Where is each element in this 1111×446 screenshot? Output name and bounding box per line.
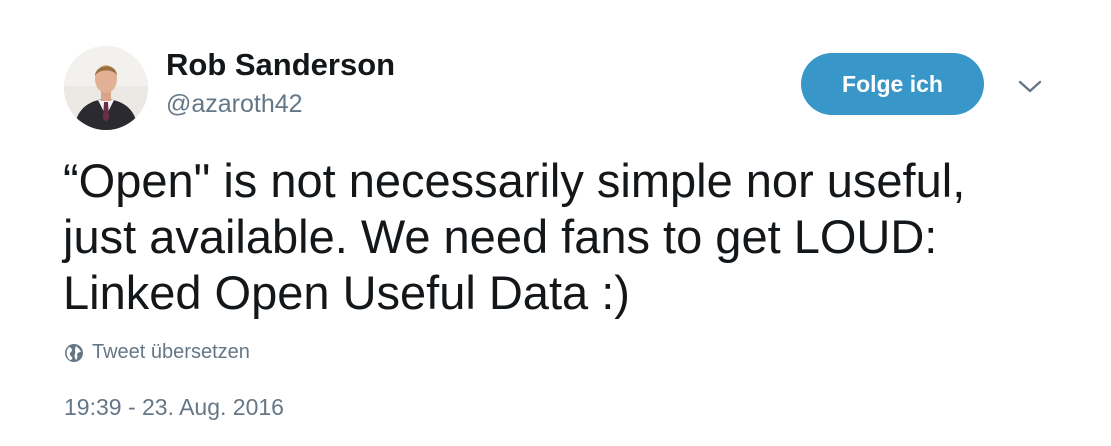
- tweet-card: Rob Sanderson @azaroth42 Folge ich “Open…: [0, 0, 1111, 446]
- user-name[interactable]: Rob Sanderson: [166, 47, 395, 83]
- avatar-image: [64, 46, 148, 130]
- user-handle[interactable]: @azaroth42: [166, 90, 303, 119]
- tweet-text: “Open" is not necessarily simple nor use…: [63, 153, 1063, 321]
- follow-button[interactable]: Folge ich: [801, 53, 984, 115]
- tweet-timestamp[interactable]: 19:39 - 23. Aug. 2016: [64, 394, 284, 421]
- tweet-text-line: just available. We need fans to get LOUD…: [63, 210, 938, 263]
- tweet-text-line: “Open" is not necessarily simple nor use…: [63, 154, 966, 207]
- avatar[interactable]: [64, 46, 148, 130]
- globe-icon: [65, 343, 83, 362]
- chevron-down-icon: [1018, 80, 1042, 93]
- translate-label: Tweet übersetzen: [92, 341, 250, 363]
- translate-tweet-link[interactable]: Tweet übersetzen: [64, 341, 250, 364]
- tweet-text-line: Linked Open Useful Data :): [63, 266, 630, 319]
- more-options-button[interactable]: [1016, 76, 1044, 98]
